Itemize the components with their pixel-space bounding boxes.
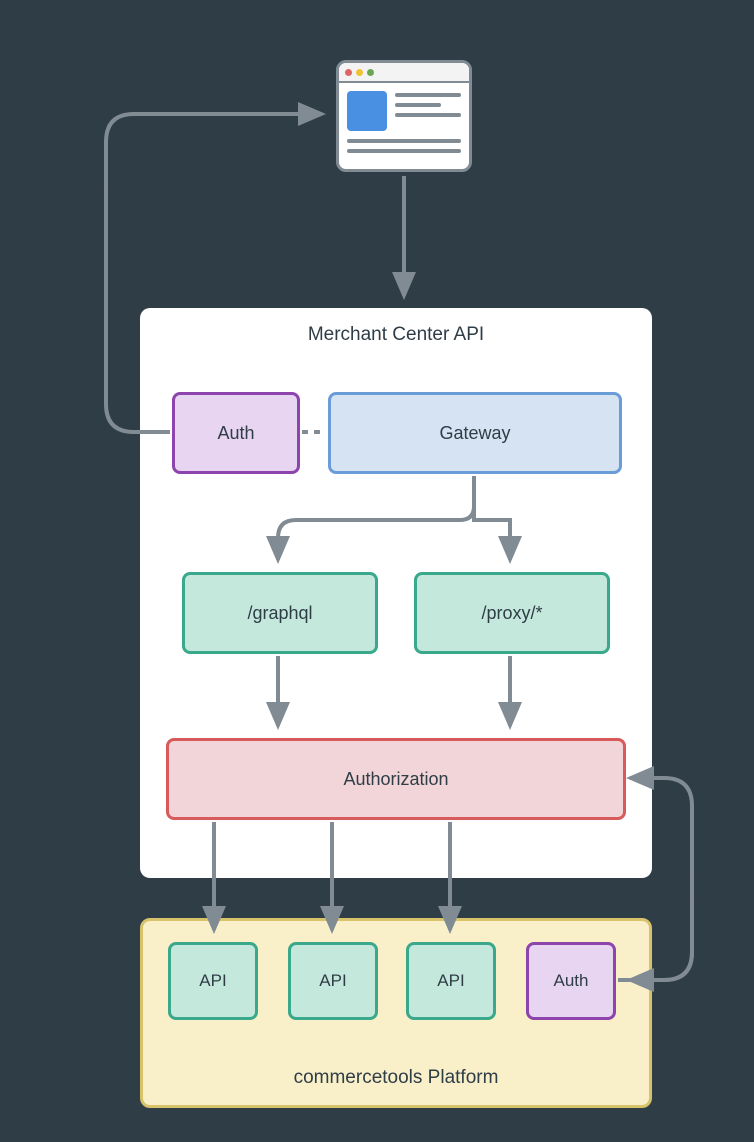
graphql-box: /graphql xyxy=(182,572,378,654)
browser-titlebar xyxy=(339,63,469,83)
browser-window xyxy=(336,60,472,172)
api-box-1: API xyxy=(168,942,258,1020)
platform-auth-box: Auth xyxy=(526,942,616,1020)
close-icon xyxy=(345,69,352,76)
api-url-label: https://mc-api.<cloud-region>.commerceto… xyxy=(175,232,530,250)
maximize-icon xyxy=(367,69,374,76)
access-token-label: access token xyxy=(660,872,710,908)
auth-box: Auth xyxy=(172,392,300,474)
proxy-box: /proxy/* xyxy=(414,572,610,654)
authorization-box: Authorization xyxy=(166,738,626,820)
browser-thumbnail xyxy=(347,91,387,131)
gateway-box: Gateway xyxy=(328,392,622,474)
minimize-icon xyxy=(356,69,363,76)
api-box-3: API xyxy=(406,942,496,1020)
user-session-label: User session mcAccessToken xyxy=(70,162,186,198)
api-box-2: API xyxy=(288,942,378,1020)
commercetools-platform-title: commercetools Platform xyxy=(143,1067,649,1089)
merchant-center-api-title: Merchant Center API xyxy=(140,324,652,346)
